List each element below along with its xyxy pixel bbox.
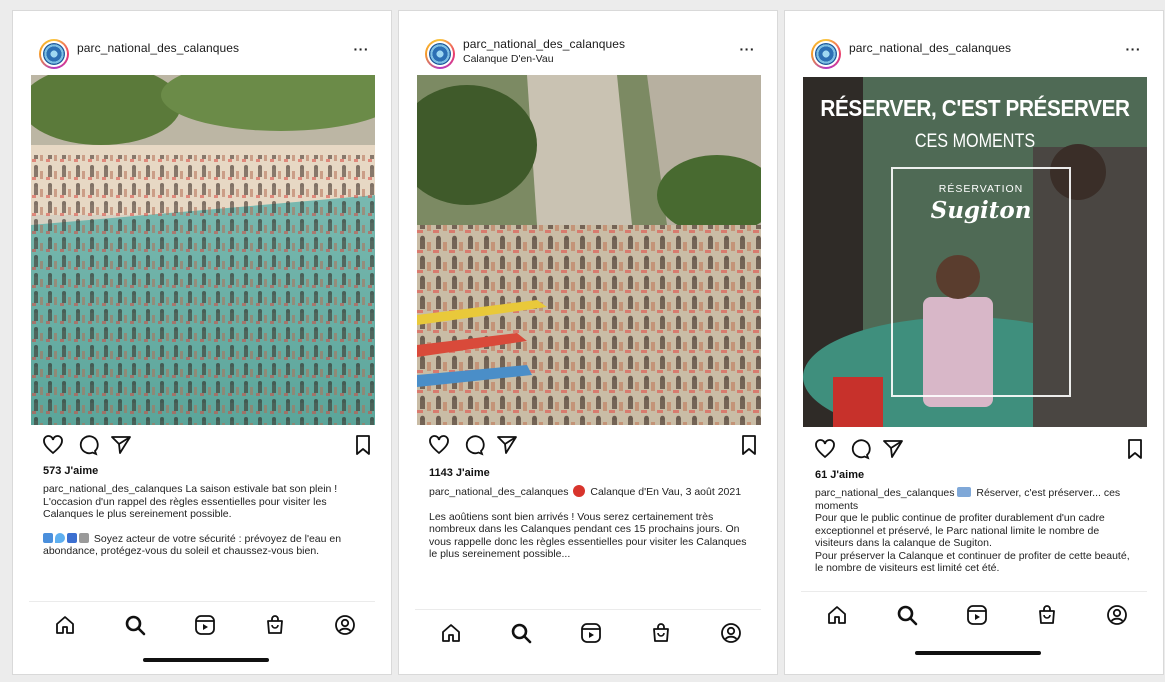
caption-extra-2: Pour préserver la Calanque et continuer … — [815, 549, 1130, 575]
droplet-emoji-icon — [55, 532, 65, 543]
home-icon[interactable] — [53, 613, 77, 637]
like-count[interactable]: 573 J'aime — [43, 465, 98, 477]
post-caption: parc_national_des_calanques La saison es… — [43, 483, 361, 558]
poster-script: Sugiton — [930, 197, 1032, 224]
post-header: parc_national_des_calanques ··· — [785, 11, 1163, 81]
caption-username[interactable]: parc_national_des_calanques — [815, 487, 955, 499]
caption-username[interactable]: parc_national_des_calanques — [429, 486, 569, 498]
home-icon[interactable] — [825, 603, 849, 627]
profile-icon[interactable] — [719, 621, 743, 645]
comment-icon[interactable] — [847, 437, 871, 461]
post-card-2: parc_national_des_calanques Calanque D'e… — [398, 10, 778, 675]
comment-icon[interactable] — [461, 433, 485, 457]
send-icon[interactable] — [109, 433, 133, 457]
search-icon[interactable] — [123, 613, 147, 637]
heart-icon[interactable] — [427, 433, 451, 457]
post-photo[interactable] — [417, 75, 761, 425]
shoe-emoji-icon — [79, 532, 89, 543]
post-caption: parc_national_des_calanques Calanque d'E… — [429, 485, 747, 561]
reels-icon[interactable] — [193, 613, 217, 637]
avatar[interactable] — [811, 39, 841, 69]
cap-emoji-icon — [67, 532, 77, 543]
send-icon[interactable] — [495, 433, 519, 457]
more-options-icon[interactable]: ··· — [740, 41, 756, 57]
profile-icon[interactable] — [1105, 603, 1129, 627]
username[interactable]: parc_national_des_calanques — [77, 41, 239, 55]
post-card-1: parc_national_des_calanques ··· 573 J'ai… — [12, 10, 392, 675]
poster-title: RÉSERVER, C'EST PRÉSERVER — [820, 95, 1130, 121]
post-header: parc_national_des_calanques Calanque D'e… — [399, 11, 777, 81]
username[interactable]: parc_national_des_calanques — [463, 37, 625, 51]
info-emoji-icon — [43, 532, 53, 543]
shop-icon[interactable] — [1035, 603, 1059, 627]
home-indicator[interactable] — [915, 651, 1041, 655]
bookmark-icon[interactable] — [351, 433, 375, 457]
reels-icon[interactable] — [579, 621, 603, 645]
poster-subtitle: CES MOMENTS — [914, 131, 1036, 152]
caption-extra: Les aoûtiens sont bien arrivés ! Vous se… — [429, 510, 747, 561]
post-photo[interactable]: RÉSERVER, C'EST PRÉSERVER CES MOMENTS RÉ… — [803, 77, 1147, 427]
heart-icon[interactable] — [813, 437, 837, 461]
comment-icon[interactable] — [75, 433, 99, 457]
bookmark-icon[interactable] — [1123, 437, 1147, 461]
like-count[interactable]: 1143 J'aime — [429, 467, 490, 479]
like-count[interactable]: 61 J'aime — [815, 469, 864, 481]
shop-icon[interactable] — [649, 621, 673, 645]
shop-icon[interactable] — [263, 613, 287, 637]
more-options-icon[interactable]: ··· — [354, 41, 370, 57]
avatar[interactable] — [39, 39, 69, 69]
caption-extra: Pour que le public continue de profiter … — [815, 512, 1105, 549]
username[interactable]: parc_national_des_calanques — [849, 41, 1011, 55]
location[interactable]: Calanque D'en-Vau — [463, 53, 554, 65]
bottom-nav — [29, 601, 375, 647]
post-actions — [13, 433, 391, 461]
heart-icon[interactable] — [41, 433, 65, 457]
home-indicator[interactable] — [143, 658, 269, 662]
bottom-nav — [801, 591, 1147, 637]
reels-icon[interactable] — [965, 603, 989, 627]
poster-frame: RÉSERVATION Sugiton — [891, 167, 1071, 397]
profile-icon[interactable] — [333, 613, 357, 637]
post-photo[interactable] — [31, 75, 375, 425]
post-header: parc_national_des_calanques ··· — [13, 11, 391, 81]
red-circle-emoji-icon — [573, 485, 586, 497]
more-options-icon[interactable]: ··· — [1126, 41, 1142, 57]
search-icon[interactable] — [509, 621, 533, 645]
poster-kicker: RÉSERVATION — [938, 183, 1024, 195]
bottom-nav — [415, 609, 761, 655]
avatar[interactable] — [425, 39, 455, 69]
send-icon[interactable] — [881, 437, 905, 461]
post-actions — [785, 437, 1163, 465]
post-card-3: parc_national_des_calanques ··· RÉSERVER… — [784, 10, 1164, 675]
bookmark-icon[interactable] — [737, 433, 761, 457]
post-caption: parc_national_des_calanques Réserver, c'… — [815, 487, 1133, 575]
home-icon[interactable] — [439, 621, 463, 645]
caption-username[interactable]: parc_national_des_calanques — [43, 483, 183, 495]
post-actions — [399, 433, 777, 461]
landscape-emoji-icon — [957, 487, 972, 497]
caption-text: Calanque d'En Vau, 3 août 2021 — [590, 486, 742, 498]
search-icon[interactable] — [895, 603, 919, 627]
